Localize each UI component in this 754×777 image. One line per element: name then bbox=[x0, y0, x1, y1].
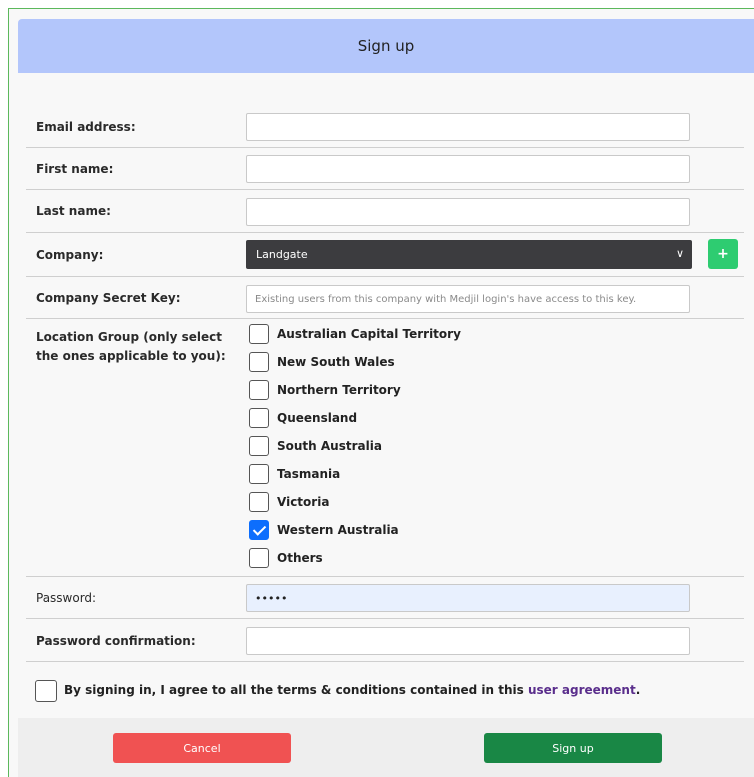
agreement-text-suffix: . bbox=[635, 683, 641, 697]
first-name-field[interactable] bbox=[246, 155, 690, 183]
agreement-text-body: By signing in, I agree to all the terms … bbox=[64, 683, 528, 697]
location-group-label: Location Group (only select the ones app… bbox=[36, 330, 226, 363]
location-option-label: South Australia bbox=[277, 439, 382, 453]
secret-key-field[interactable] bbox=[246, 285, 690, 313]
location-option-label: Victoria bbox=[277, 495, 330, 509]
checkbox-vic[interactable] bbox=[249, 492, 269, 512]
last-name-label: Last name: bbox=[36, 204, 111, 218]
location-option-label: Western Australia bbox=[277, 523, 399, 537]
checkbox-nsw[interactable] bbox=[249, 352, 269, 372]
company-selected-value: Landgate bbox=[256, 248, 308, 261]
secret-key-label: Company Secret Key: bbox=[36, 291, 181, 305]
chevron-down-icon: ∨ bbox=[675, 247, 684, 260]
last-name-field[interactable] bbox=[246, 198, 690, 226]
email-field[interactable] bbox=[246, 113, 690, 141]
page-title: Sign up bbox=[18, 19, 754, 73]
password-label: Password: bbox=[36, 591, 97, 605]
checkbox-qld[interactable] bbox=[249, 408, 269, 428]
checkbox-nt[interactable] bbox=[249, 380, 269, 400]
checkbox-tas[interactable] bbox=[249, 464, 269, 484]
agreement-checkbox[interactable] bbox=[35, 680, 57, 702]
checkbox-wa[interactable] bbox=[249, 520, 269, 540]
location-option-label: Queensland bbox=[277, 411, 358, 425]
first-name-label: First name: bbox=[36, 162, 114, 176]
password-confirm-field[interactable] bbox=[246, 627, 690, 655]
password-confirm-label: Password confirmation: bbox=[36, 634, 196, 648]
user-agreement-link[interactable]: user agreement bbox=[528, 683, 636, 697]
password-field[interactable] bbox=[246, 584, 690, 612]
cancel-button[interactable]: Cancel bbox=[113, 733, 291, 763]
checkbox-sa[interactable] bbox=[249, 436, 269, 456]
add-company-button[interactable]: + bbox=[708, 239, 738, 269]
company-label: Company: bbox=[36, 248, 104, 262]
checkbox-act[interactable] bbox=[249, 324, 269, 344]
location-option-label: Australian Capital Territory bbox=[277, 327, 461, 341]
location-option-label: Northern Territory bbox=[277, 383, 401, 397]
location-option-label: Others bbox=[277, 551, 323, 565]
signup-button[interactable]: Sign up bbox=[484, 733, 662, 763]
agreement-text: By signing in, I agree to all the terms … bbox=[64, 683, 640, 697]
email-label: Email address: bbox=[36, 120, 136, 134]
checkbox-others[interactable] bbox=[249, 548, 269, 568]
company-select[interactable]: Landgate ∨ bbox=[246, 240, 692, 269]
location-option-label: Tasmania bbox=[277, 467, 341, 481]
location-option-label: New South Wales bbox=[277, 355, 395, 369]
